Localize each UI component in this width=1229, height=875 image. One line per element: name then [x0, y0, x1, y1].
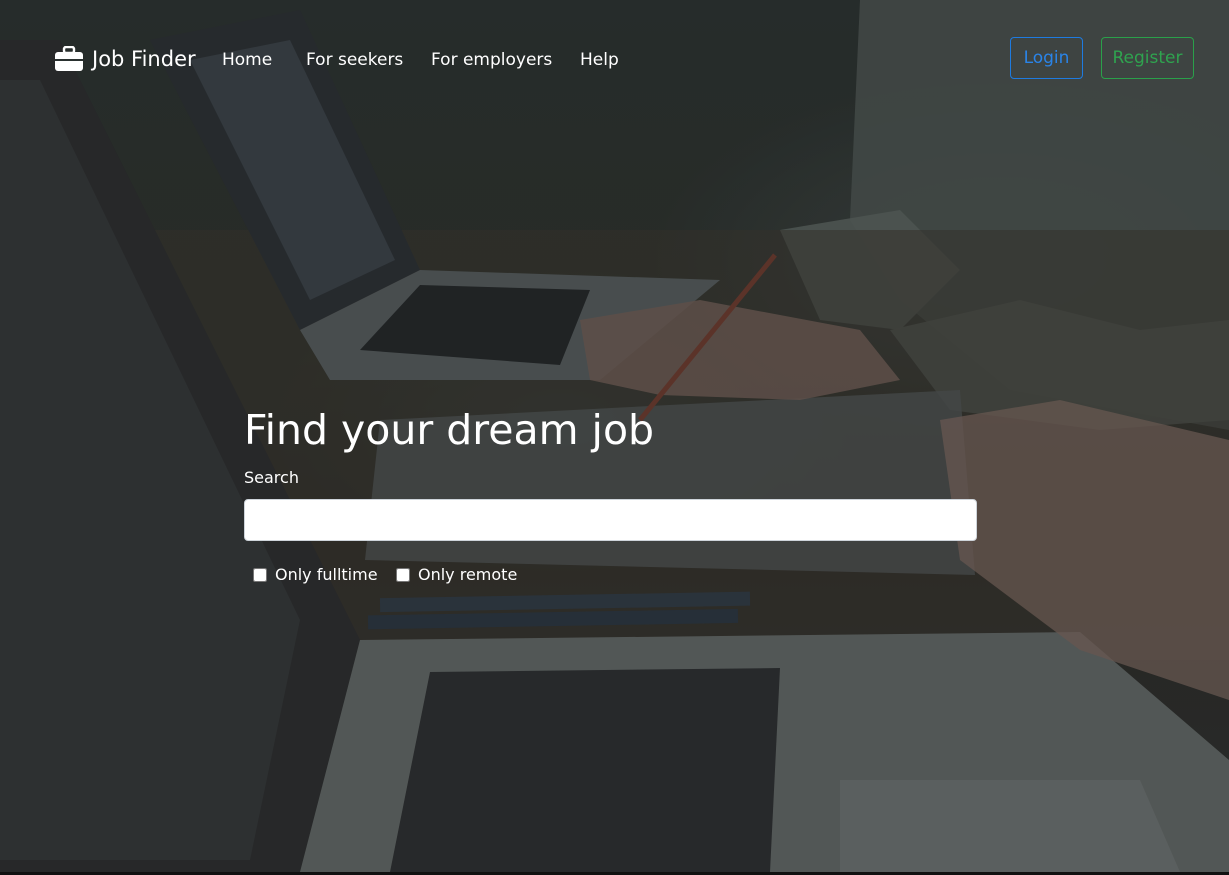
nav-link-for-employers[interactable]: For employers — [431, 46, 552, 74]
only-fulltime-filter[interactable]: Only fulltime — [253, 563, 378, 587]
login-button[interactable]: Login — [1010, 37, 1083, 79]
nav-link-help[interactable]: Help — [580, 46, 619, 74]
only-remote-filter[interactable]: Only remote — [396, 563, 517, 587]
only-fulltime-checkbox[interactable] — [253, 568, 267, 582]
briefcase-icon — [55, 46, 83, 71]
search-label: Search — [244, 468, 299, 487]
nav-link-home[interactable]: Home — [222, 46, 272, 74]
hero-section: Job Finder Home For seekers For employer… — [0, 0, 1229, 872]
navbar: Job Finder Home For seekers For employer… — [0, 0, 1229, 118]
nav-link-for-seekers[interactable]: For seekers — [306, 46, 403, 74]
register-button[interactable]: Register — [1101, 37, 1194, 79]
only-fulltime-label: Only fulltime — [275, 565, 378, 584]
brand-link[interactable]: Job Finder — [54, 42, 196, 76]
search-input[interactable] — [244, 499, 977, 541]
page-title: Find your dream job — [244, 406, 655, 454]
brand-name: Job Finder — [92, 47, 196, 71]
only-remote-checkbox[interactable] — [396, 568, 410, 582]
only-remote-label: Only remote — [418, 565, 518, 584]
